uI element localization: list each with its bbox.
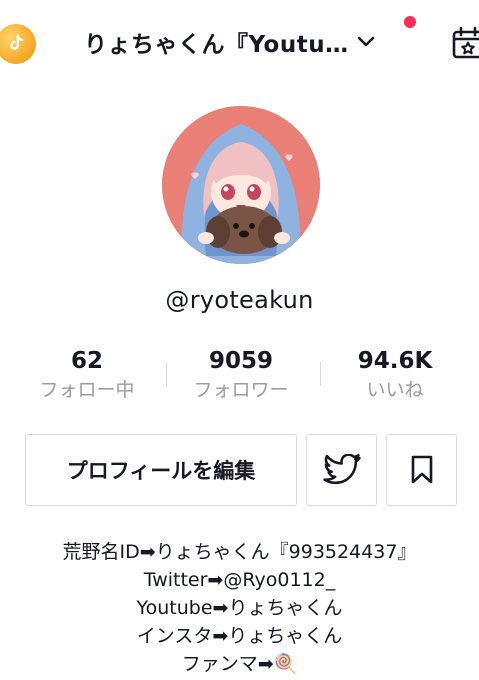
stat-divider <box>320 362 321 386</box>
username: @ryoteakun <box>165 286 314 314</box>
bio-line: 荒野名ID➡りょちゃくん『993524437』 <box>62 541 417 563</box>
tiktok-coin-icon[interactable] <box>0 24 36 64</box>
stat-followers-value: 9059 <box>208 348 273 374</box>
stat-following-value: 62 <box>70 348 103 374</box>
bookmark-icon <box>411 455 432 484</box>
twitter-button[interactable] <box>306 434 377 506</box>
stats-row: 62 フォロー中 9059 フォロワー 94.6K いいね <box>0 346 479 406</box>
top-header: りょちゃくん『Youtu… <box>0 0 479 88</box>
account-switcher[interactable]: りょちゃくん『Youtu… <box>84 22 375 62</box>
favorites-button[interactable] <box>386 434 457 506</box>
bio-line: Twitter➡@Ryo0112_ <box>143 569 336 591</box>
bio-line: Youtube➡りょちゃくん <box>136 597 343 619</box>
stat-following[interactable]: 62 フォロー中 <box>22 346 152 404</box>
stat-likes[interactable]: 94.6K いいね <box>330 346 460 404</box>
stat-likes-value: 94.6K <box>357 348 433 374</box>
stat-following-label: フォロー中 <box>39 379 135 401</box>
account-title: りょちゃくん『Youtu… <box>84 32 349 58</box>
notification-dot <box>404 16 416 28</box>
stat-followers[interactable]: 9059 フォロワー <box>176 346 306 404</box>
profile-page: りょちゃくん『Youtu… @ryoteakun 62 フォロー中 9059 フ… <box>0 0 479 680</box>
anime-avatar-image <box>162 106 320 264</box>
twitter-icon <box>322 454 361 485</box>
avatar[interactable] <box>162 106 320 264</box>
chevron-down-icon <box>357 36 374 47</box>
stat-followers-label: フォロワー <box>193 379 289 401</box>
calendar-star-icon[interactable] <box>451 26 479 60</box>
bio-line: ファンマ➡🍭 <box>181 653 298 675</box>
edit-profile-button[interactable]: プロフィールを編集 <box>25 434 297 506</box>
profile-bio: 荒野名ID➡りょちゃくん『993524437』 Twitter➡@Ryo0112… <box>0 538 479 678</box>
stat-likes-label: いいね <box>366 379 424 401</box>
stat-divider <box>166 362 167 386</box>
bio-line: インスタ➡りょちゃくん <box>136 625 343 647</box>
